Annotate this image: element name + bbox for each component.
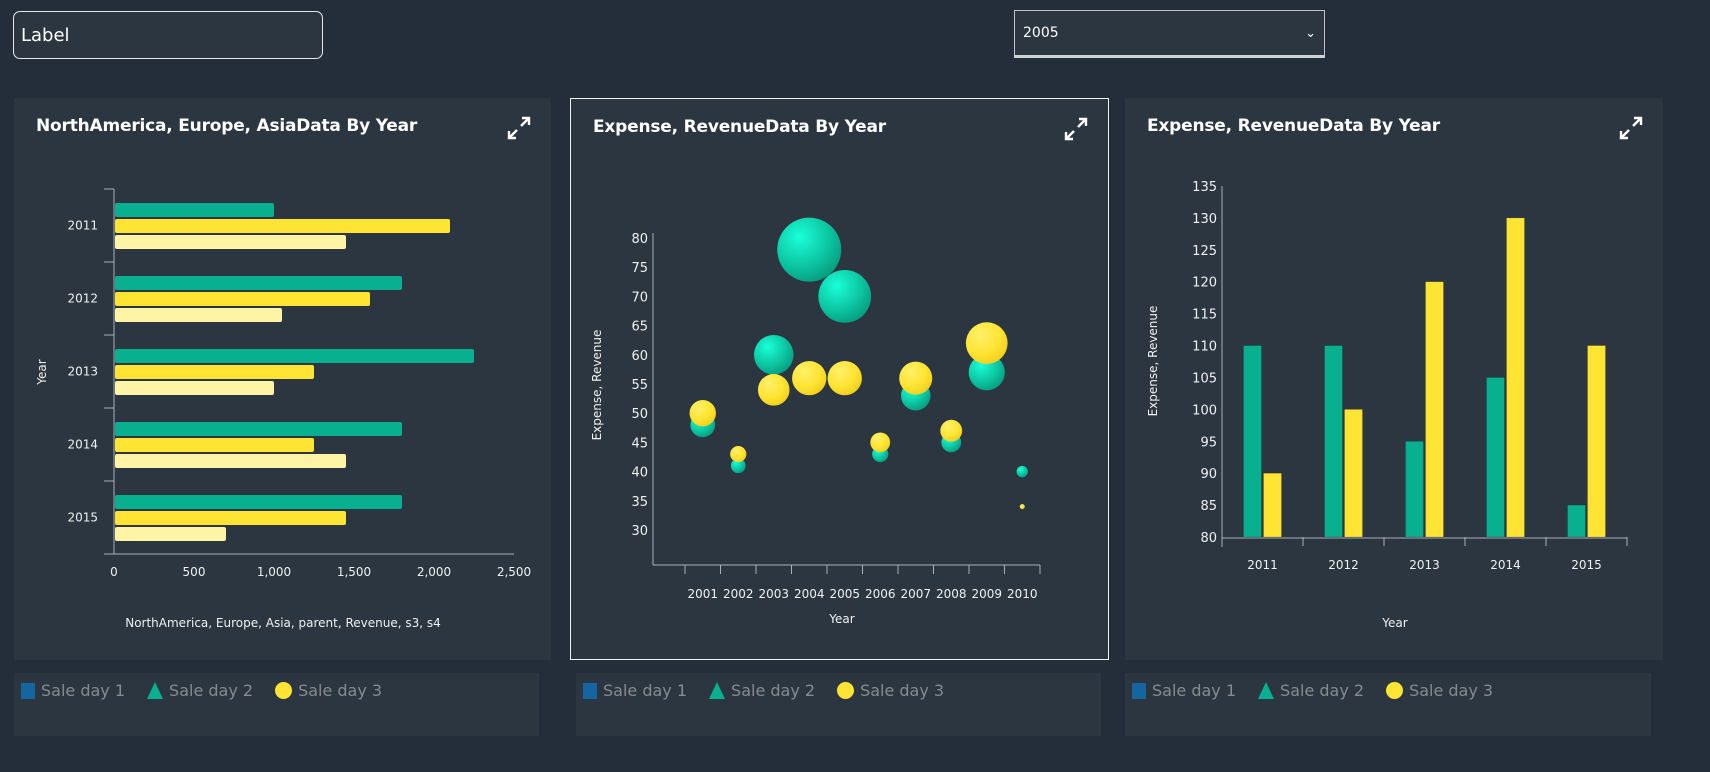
- legend-item-sale-day-1[interactable]: Sale day 1: [21, 681, 125, 700]
- circle-icon: [1386, 682, 1404, 699]
- legend-item-sale-day-1[interactable]: Sale day 1: [583, 681, 687, 700]
- chart-title: Expense, RevenueData By Year: [593, 117, 886, 137]
- expand-icon[interactable]: [1062, 115, 1090, 143]
- legend-item-sale-day-3[interactable]: Sale day 3: [837, 681, 944, 700]
- circle-icon: [837, 682, 855, 699]
- chart-panel-columns: Expense, RevenueData By Year: [1125, 98, 1663, 660]
- chart-panel-regions: NorthAmerica, Europe, AsiaData By Year: [14, 98, 551, 660]
- expand-icon[interactable]: [1617, 114, 1645, 142]
- chart-panel-bubble: Expense, RevenueData By Year: [570, 98, 1109, 660]
- square-icon: [583, 682, 597, 699]
- legend-label: Sale day 3: [298, 681, 383, 700]
- circle-icon: [275, 682, 293, 699]
- legend-item-sale-day-3[interactable]: Sale day 3: [275, 681, 382, 700]
- legend-label: Sale day 3: [1409, 681, 1494, 700]
- legend-label: Sale day 1: [1152, 681, 1237, 700]
- legend-label: Sale day 2: [731, 681, 816, 700]
- expand-icon[interactable]: [505, 114, 533, 142]
- legend: Sale day 1 Sale day 2 Sale day 3: [14, 673, 539, 736]
- legend-item-sale-day-1[interactable]: Sale day 1: [1132, 681, 1236, 700]
- legend-label: Sale day 1: [603, 681, 688, 700]
- year-select[interactable]: 2005 ⌄: [1014, 10, 1325, 58]
- legend-label: Sale day 1: [41, 681, 126, 700]
- triangle-icon: [1258, 682, 1275, 699]
- triangle-icon: [709, 682, 726, 699]
- legend-label: Sale day 2: [169, 681, 254, 700]
- label-input[interactable]: [13, 11, 323, 59]
- legend-label: Sale day 2: [1280, 681, 1365, 700]
- legend-label: Sale day 3: [860, 681, 945, 700]
- legend-item-sale-day-2[interactable]: Sale day 2: [1258, 681, 1364, 700]
- square-icon: [1132, 682, 1146, 699]
- legend-item-sale-day-2[interactable]: Sale day 2: [147, 681, 253, 700]
- legend-item-sale-day-2[interactable]: Sale day 2: [709, 681, 815, 700]
- legend: Sale day 1 Sale day 2 Sale day 3: [576, 673, 1101, 736]
- chart-title: NorthAmerica, Europe, AsiaData By Year: [36, 116, 418, 136]
- square-icon: [21, 682, 35, 699]
- legend-item-sale-day-3[interactable]: Sale day 3: [1386, 681, 1493, 700]
- chart-title: Expense, RevenueData By Year: [1147, 116, 1440, 136]
- chevron-down-icon: ⌄: [1305, 25, 1316, 41]
- legend: Sale day 1 Sale day 2 Sale day 3: [1125, 673, 1651, 736]
- triangle-icon: [147, 682, 164, 699]
- year-select-value: 2005: [1023, 25, 1059, 41]
